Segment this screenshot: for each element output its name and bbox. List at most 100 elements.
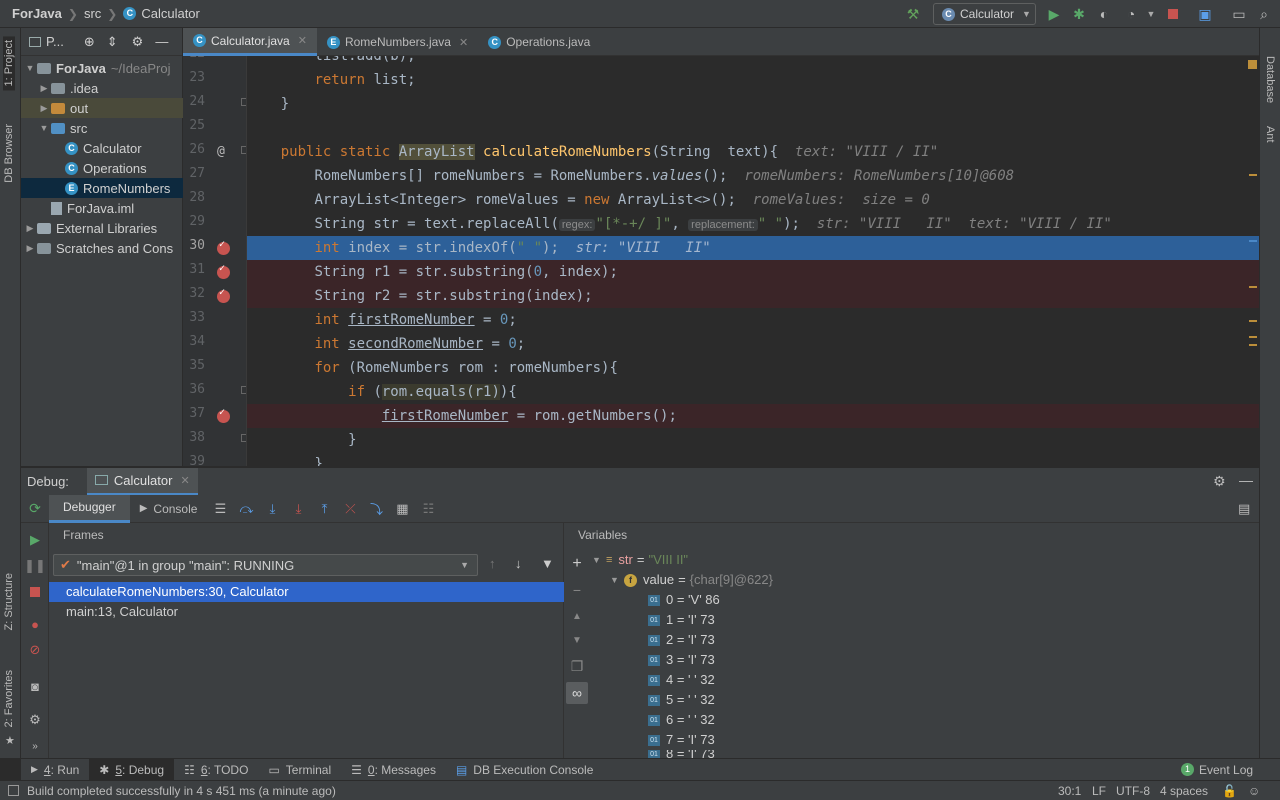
project-tool-button[interactable]: 1: Project [3, 36, 15, 91]
filter-icon[interactable]: ▼ [541, 556, 554, 571]
char-element[interactable]: 01 0 = 'V' 86 [648, 590, 720, 610]
code-editor[interactable]: list.add(b); return list; } public stati… [247, 56, 1259, 466]
favorites-tool-button[interactable]: 2: Favorites [3, 670, 15, 727]
error-stripe-mark[interactable] [1249, 344, 1257, 346]
breadcrumb-folder[interactable]: src [84, 6, 101, 21]
breakpoint-icon[interactable] [217, 287, 230, 303]
line-separator[interactable]: LF [1092, 784, 1106, 798]
char-element[interactable]: 01 7 = 'I' 73 [648, 730, 715, 750]
run-tool-button[interactable]: ▶ 4: Run [21, 759, 89, 781]
copy-icon[interactable]: ❐ [566, 655, 588, 677]
arrow-up-icon[interactable]: ↑ [489, 556, 496, 571]
tree-item-operations[interactable]: C Operations [21, 158, 183, 178]
step-into-icon[interactable]: ⤓ [259, 498, 285, 520]
pause-icon[interactable]: ❚❚ [24, 557, 46, 575]
thread-select[interactable]: ✔ "main"@1 in group "main": RUNNING ▼ [53, 554, 478, 576]
camera-icon[interactable]: ◙ [26, 677, 44, 695]
terminal-icon[interactable]: ▭ [1230, 5, 1248, 23]
db-browser-tool-button[interactable]: DB Browser [3, 124, 15, 183]
char-element[interactable]: 01 8 = 'I' 73 [648, 750, 715, 758]
breakpoint-icon[interactable] [217, 263, 230, 279]
terminal-tool-button[interactable]: ▭ Terminal [258, 759, 341, 781]
ant-tool-button[interactable]: Ant [1264, 126, 1276, 143]
database-tool-button[interactable]: Database [1264, 56, 1276, 103]
breakpoint-icon[interactable] [217, 239, 230, 255]
locate-icon[interactable]: ⊕ [84, 34, 95, 50]
todo-tool-button[interactable]: ☷ 6: TODO [174, 759, 258, 781]
error-stripe-mark[interactable] [1249, 320, 1257, 322]
move-down-icon[interactable]: ▼ [566, 629, 588, 651]
char-element[interactable]: 01 2 = 'I' 73 [648, 630, 715, 650]
step-over-icon[interactable]: ⤼ [233, 498, 259, 520]
stop-icon[interactable] [26, 583, 44, 601]
breadcrumb-file[interactable]: Calculator [141, 6, 200, 21]
hide-icon[interactable]: — [1239, 472, 1253, 488]
structure-tool-button[interactable]: Z: Structure [3, 573, 15, 630]
show-execution-point-icon[interactable]: ☰ [207, 498, 233, 520]
event-log-tool-button[interactable]: 1 Event Log [1171, 759, 1263, 781]
profile-icon[interactable]: ◔ [1122, 5, 1140, 23]
tree-item-calculator[interactable]: C Calculator [21, 138, 183, 158]
glasses-icon[interactable]: ∞ [566, 682, 588, 704]
tab-calculator-java[interactable]: C Calculator.java ✕ [183, 28, 317, 56]
force-step-into-icon[interactable]: ⤓ [285, 498, 311, 520]
error-stripe-mark[interactable] [1249, 336, 1257, 338]
debug-bug-icon[interactable]: ✱ [1070, 5, 1088, 23]
char-element[interactable]: 01 6 = ' ' 32 [648, 710, 715, 730]
build-hammer-icon[interactable]: ⚒ [904, 5, 922, 23]
error-stripe-mark[interactable] [1249, 286, 1257, 288]
view-breakpoints-icon[interactable]: ● [26, 615, 44, 633]
caret-position[interactable]: 30:1 [1058, 784, 1081, 798]
restore-layout-icon[interactable]: ▤ [1238, 501, 1250, 517]
tree-item-romenumbers[interactable]: E RomeNumbers [21, 178, 183, 198]
run-configuration-select[interactable]: C Calculator ▼ [933, 3, 1036, 25]
debug-tool-button[interactable]: ✱ 5: Debug [89, 758, 175, 781]
char-element[interactable]: 01 5 = ' ' 32 [648, 690, 715, 710]
breadcrumb-project[interactable]: ForJava [12, 6, 62, 21]
stop-icon[interactable] [1164, 5, 1182, 23]
trace-icon[interactable]: ☷ [415, 498, 441, 520]
status-message[interactable]: Build completed successfully in 4 s 451 … [27, 784, 336, 798]
tab-console[interactable]: ▶ Console [130, 495, 208, 523]
gear-icon[interactable]: ⚙ [132, 34, 144, 50]
char-element[interactable]: 01 4 = ' ' 32 [648, 670, 715, 690]
gear-icon[interactable]: ⚙ [1213, 473, 1226, 490]
variable-str[interactable]: ▼ ≡ str = "VIII II" [592, 550, 688, 570]
collapse-icon[interactable]: ⇕ [107, 34, 118, 50]
evaluate-expression-icon[interactable]: ▦ [389, 498, 415, 520]
hide-icon[interactable]: — [155, 34, 168, 49]
error-stripe-mark[interactable] [1249, 240, 1257, 242]
db-execution-console-tool-button[interactable]: ▤ DB Execution Console [446, 759, 603, 781]
search-everywhere-icon[interactable]: ⌕ [1255, 5, 1273, 23]
tree-item-src[interactable]: ▼ src [21, 118, 183, 138]
move-up-icon[interactable]: ▲ [566, 605, 588, 627]
profile-dropdown-icon[interactable]: ▼ [1142, 5, 1160, 23]
tree-item-idea[interactable]: ▶ .idea [21, 78, 183, 98]
project-structure-icon[interactable]: ▣ [1196, 5, 1214, 23]
tab-romenumbers-java[interactable]: E RomeNumbers.java ✕ [317, 28, 478, 56]
more-icon[interactable]: » [26, 737, 44, 755]
variable-value[interactable]: ▼ f value = {char[9]@622} [610, 570, 773, 590]
status-toggle-icon[interactable] [8, 785, 19, 796]
settings-icon[interactable]: ⚙ [26, 711, 44, 729]
lock-icon[interactable]: 🔓 [1222, 784, 1237, 798]
debug-session-tab[interactable]: Calculator ✕ [86, 467, 198, 496]
remove-watch-icon[interactable]: − [566, 579, 588, 601]
char-element[interactable]: 01 1 = 'I' 73 [648, 610, 715, 630]
step-out-icon[interactable]: ⤒ [311, 498, 337, 520]
tree-item-scratches[interactable]: ▶ Scratches and Cons [21, 238, 183, 258]
tab-debugger[interactable]: Debugger [49, 494, 130, 523]
coverage-icon[interactable]: ◐ [1095, 5, 1113, 23]
frame-item[interactable]: calculateRomeNumbers:30, Calculator [49, 582, 564, 602]
tree-item-external-libraries[interactable]: ▶ External Libraries [21, 218, 183, 238]
tab-operations-java[interactable]: C Operations.java [478, 28, 600, 56]
tree-item-out[interactable]: ▶ out [21, 98, 183, 118]
frame-item[interactable]: main:13, Calculator [49, 602, 564, 622]
close-icon[interactable]: ✕ [298, 34, 307, 47]
messages-tool-button[interactable]: ☰ 0: Messages [341, 759, 446, 781]
arrow-down-icon[interactable]: ↓ [515, 556, 522, 571]
inspector-icon[interactable]: ☺ [1248, 784, 1260, 798]
drop-frame-icon[interactable]: ⤫ [337, 498, 363, 520]
char-element[interactable]: 01 3 = 'I' 73 [648, 650, 715, 670]
tree-item-iml[interactable]: ForJava.iml [21, 198, 183, 218]
